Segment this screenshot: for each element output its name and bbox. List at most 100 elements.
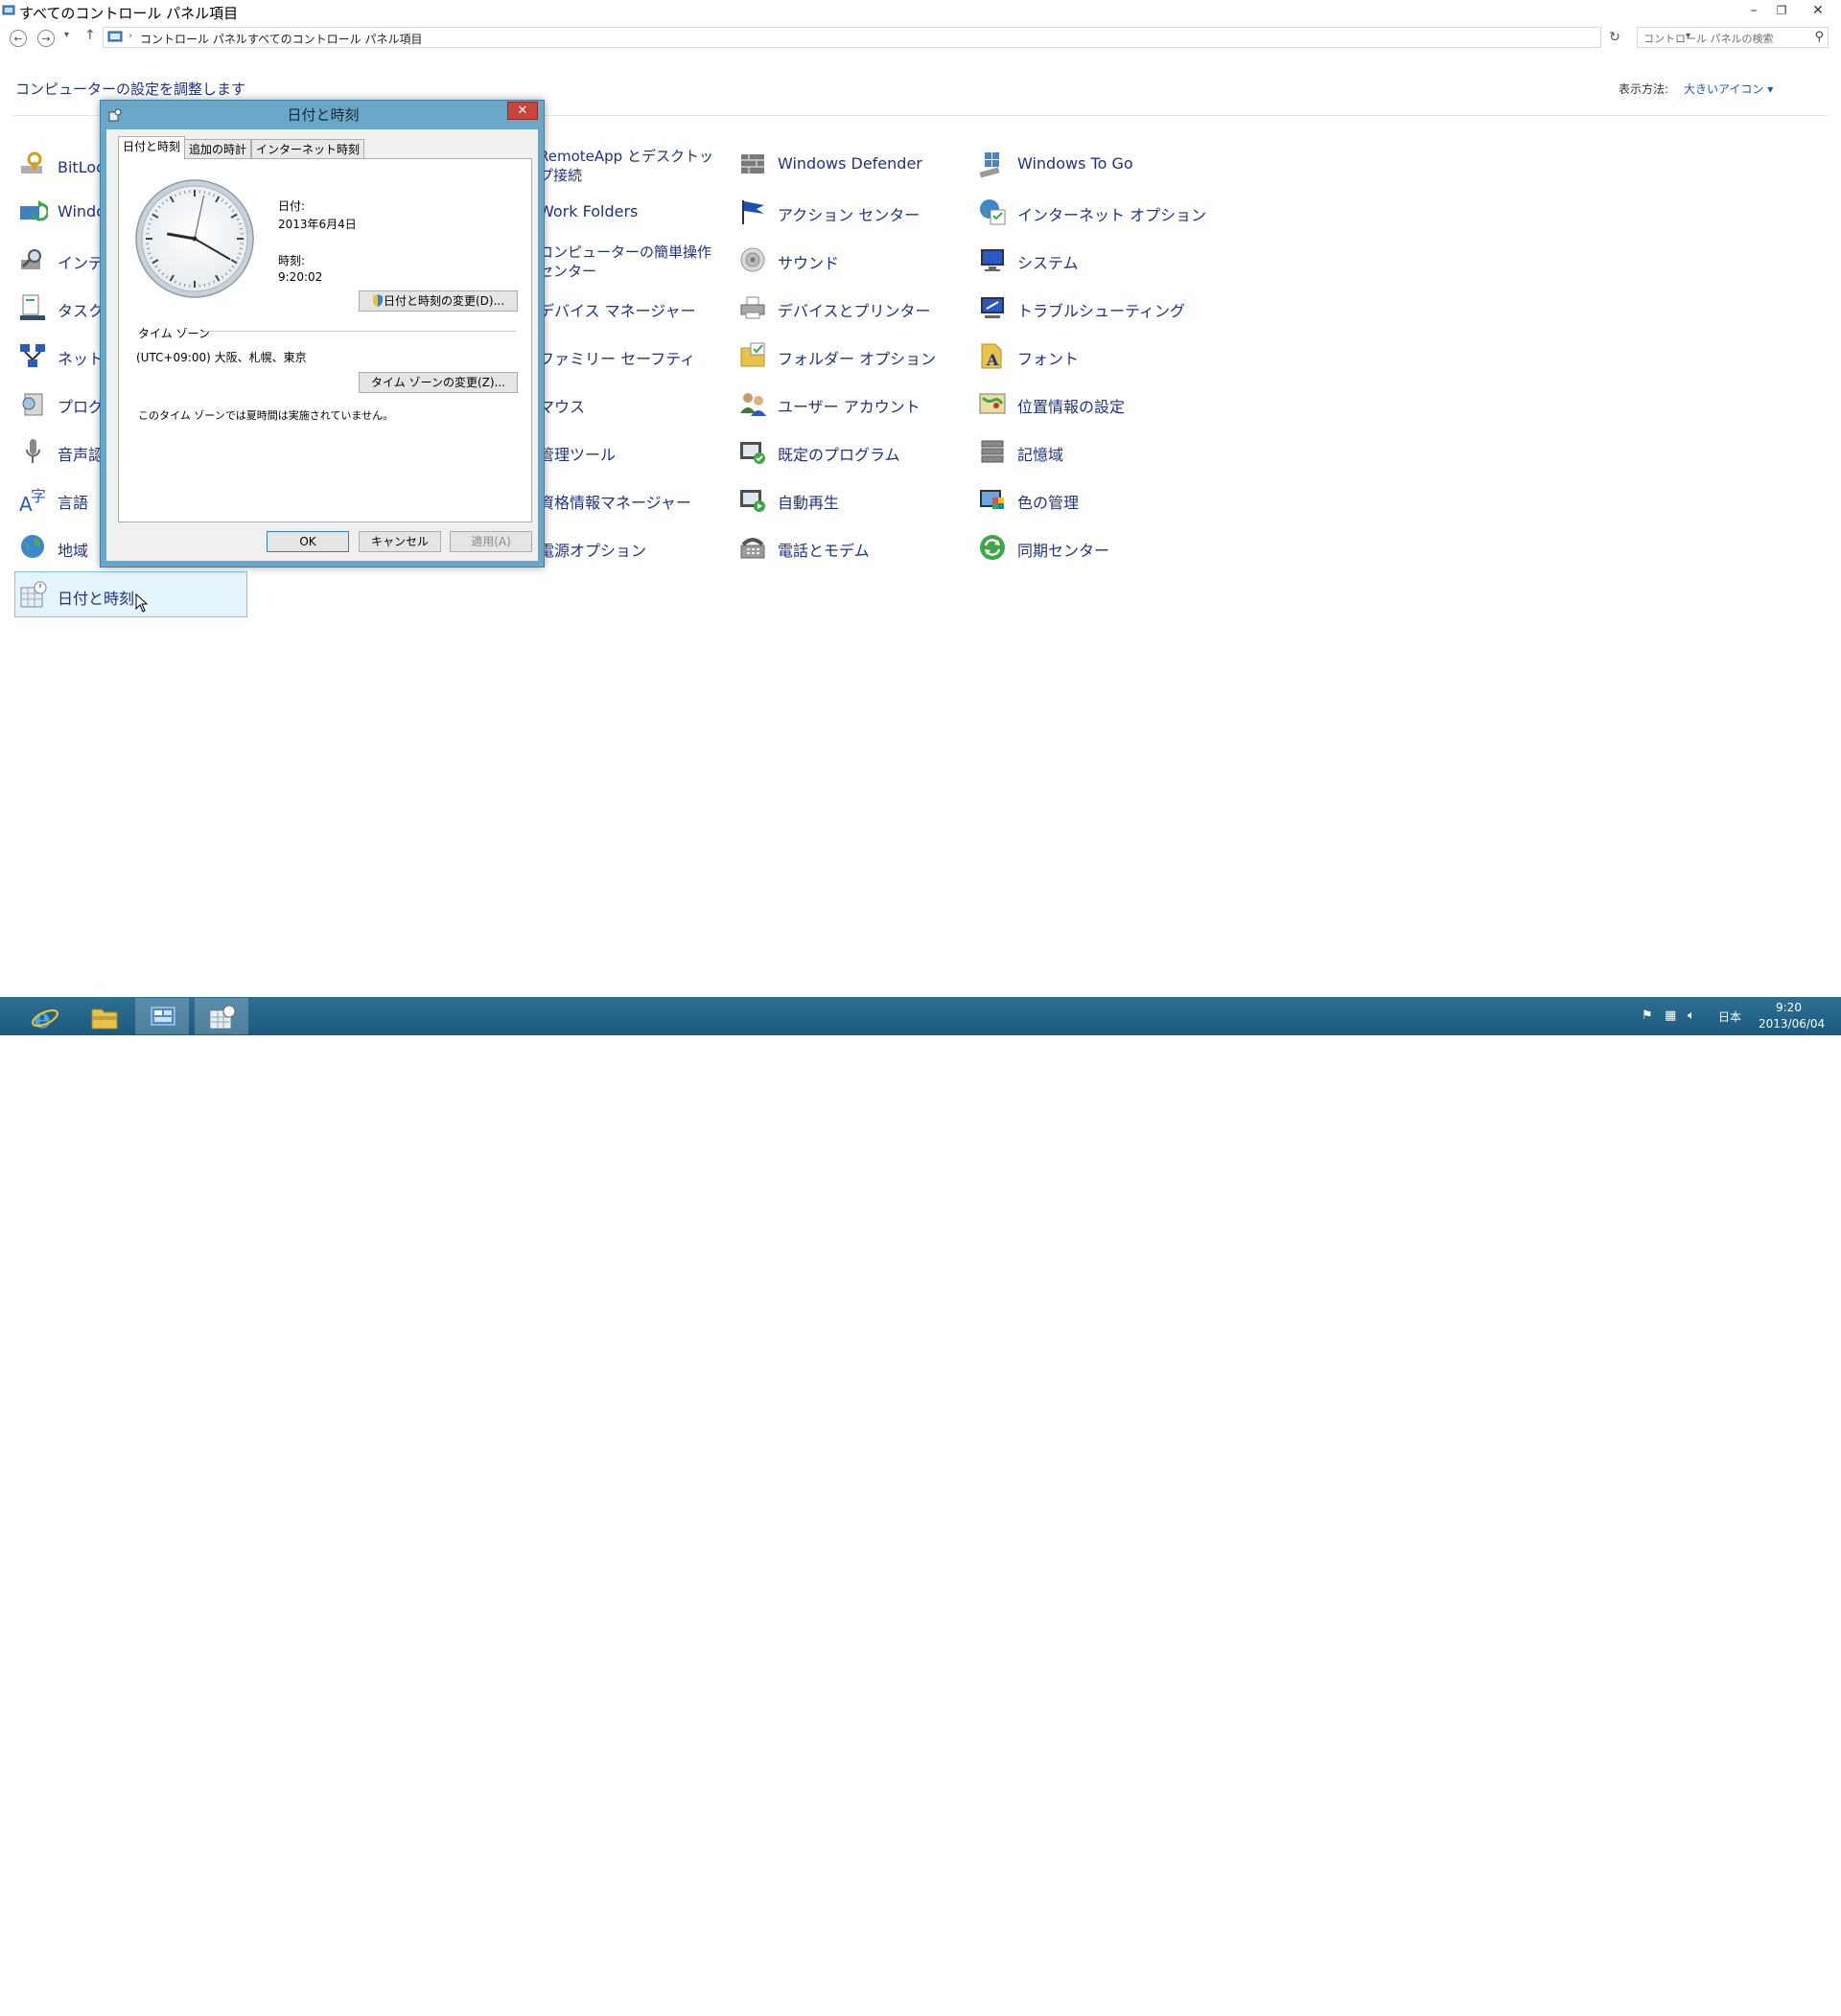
network-tray-icon[interactable]: ▦ [1665,1008,1676,1023]
cp-item-windows-defender[interactable]: Windows Defender [735,145,956,183]
up-button[interactable]: ↑ [84,28,96,43]
user-accounts-icon [737,388,768,419]
watermark: The Collection Book [1601,1996,1773,2016]
taskbar-file-explorer[interactable] [77,998,130,1034]
cp-item-label: サウンド [778,250,839,273]
view-by-dropdown[interactable]: 大きいアイコン ▾ [1684,81,1773,97]
cp-item-windows-to-go[interactable]: Windows To Go [975,145,1196,183]
cp-item-user-accounts[interactable]: ユーザー アカウント [735,384,956,423]
dialog-title: 日付と時刻 [101,104,546,125]
recent-locations-dropdown[interactable]: ▾ [64,30,69,40]
network-icon [17,340,48,371]
close-button[interactable]: ✕ [1806,2,1830,19]
cp-item-system[interactable]: システム [975,241,1196,279]
microphone-icon [17,436,48,467]
minimize-button[interactable]: – [1741,2,1766,19]
control-panel-icon [149,1004,177,1031]
cancel-button[interactable]: キャンセル [359,531,441,552]
cp-item-folder-options[interactable]: フォルダー オプション [735,336,956,375]
action-center-flag-icon[interactable]: ⚑ [1642,1008,1653,1023]
cp-item-label: Windows To Go [1017,154,1133,173]
dialog-close-button[interactable]: ✕ [507,102,538,120]
control-panel-icon [107,31,123,44]
tab-additional-clocks[interactable]: 追加の時計 [184,139,251,158]
datetime-icon [17,580,48,611]
control-panel-icon [2,4,15,17]
breadcrumb-all-items[interactable]: すべてのコントロール パネル項目 [247,31,423,47]
search-input[interactable] [1642,29,1805,48]
tab-internet-time[interactable]: インターネット時刻 [251,139,364,158]
action-center-icon [737,197,768,227]
tab-panel: 日付: 2013年6月4日 時刻: 9:20:02 日付と時刻の変更(D)...… [118,158,532,522]
window-titlebar: すべてのコントロール パネル項目 – ❐ ✕ [0,0,1841,24]
tray-time[interactable]: 9:20 [1776,1001,1802,1014]
windows-to-go-icon [977,149,1008,179]
cp-item-label: ファミリー セーフティ [539,346,695,369]
dst-note: このタイム ゾーンでは夏時間は実施されていません。 [138,407,393,423]
ime-indicator[interactable]: 日本 [1718,1008,1741,1025]
globe-icon [17,532,48,563]
font-icon: A [977,340,1008,371]
cp-item-color-management[interactable]: 色の管理 [975,480,1196,519]
timezone-heading: タイム ゾーン [138,325,210,341]
tab-date-time[interactable]: 日付と時刻 [118,136,185,159]
mouse-cursor-icon [135,593,149,613]
cp-item-label: 言語 [58,490,88,513]
divider [203,331,516,332]
analog-clock [134,178,255,299]
cp-item-sync-center[interactable]: 同期センター [975,528,1196,567]
tray-date[interactable]: 2013/06/04 [1759,1017,1825,1031]
date-label: 日付: [278,197,305,214]
change-timezone-button[interactable]: タイム ゾーンの変更(Z)... [359,372,518,393]
cp-item-internet-options[interactable]: インターネット オプション [975,193,1196,231]
cp-item-label: マウス [539,394,585,417]
chevron-right-icon: › [236,31,240,41]
change-date-time-button[interactable]: 日付と時刻の変更(D)... [359,290,518,312]
cp-item-label: 色の管理 [1017,490,1079,513]
breadcrumb-control-panel[interactable]: コントロール パネル [140,31,247,47]
taskbar-internet-explorer[interactable]: e [17,998,71,1034]
search-icon[interactable]: ⚲ [1814,30,1824,44]
cp-item-label: 自動再生 [778,490,839,513]
cp-item-label: 電源オプション [539,538,646,561]
search-box[interactable]: ⚲ [1637,27,1829,48]
cp-item-location-settings[interactable]: 位置情報の設定 [975,384,1196,423]
address-field[interactable]: › コントロール パネル › すべてのコントロール パネル項目 ▾ [103,27,1601,48]
cp-item-label: 地域 [58,538,88,561]
datetime-icon [208,1004,237,1031]
cp-item-fonts[interactable]: A フォント [975,336,1196,375]
cp-item-label: デバイス マネージャー [539,298,696,321]
internet-explorer-icon: e [31,1004,59,1031]
default-programs-icon [737,436,768,467]
cp-item-label: インターネット オプション [1017,202,1206,225]
cp-item-action-center[interactable]: アクション センター [735,193,956,231]
taskbar-date-time[interactable] [195,998,248,1034]
time-value: 9:20:02 [278,270,322,284]
volume-icon[interactable]: 🔈︎ [1688,1008,1695,1023]
restore-button[interactable]: ❐ [1769,2,1794,19]
clock-minute-tick [240,228,243,229]
cp-item-sound[interactable]: サウンド [735,241,956,279]
cp-item-label: 管理ツール [539,442,616,465]
cp-item-label: ユーザー アカウント [778,394,920,417]
cp-item-phone-modem[interactable]: 電話とモデム [735,528,956,567]
cp-item-default-programs[interactable]: 既定のプログラム [735,432,956,471]
taskbar-control-panel[interactable] [135,998,189,1034]
defender-icon [737,149,768,179]
taskbar-icon [17,292,48,323]
cp-item-devices-printers[interactable]: デバイスとプリンター [735,289,956,327]
address-bar: ← → ▾ ↑ › コントロール パネル › すべてのコントロール パネル項目 … [0,23,1841,54]
cp-item-troubleshooting[interactable]: トラブルシューティング [975,289,1196,327]
back-button[interactable]: ← [10,30,27,47]
cp-item-date-time[interactable]: 日付と時刻 [14,571,247,617]
ok-button[interactable]: OK [267,531,349,552]
refresh-button[interactable]: ↻ [1604,27,1625,48]
cp-item-label: 既定のプログラム [778,442,900,465]
cp-item-label: トラブルシューティング [1017,298,1185,321]
cp-item-storage[interactable]: 記憶域 [975,432,1196,471]
forward-button[interactable]: → [37,30,55,47]
cp-item-label: 同期センター [1017,538,1109,561]
clock-minute-tick [184,191,185,194]
cp-item-label: フォント [1017,346,1079,369]
cp-item-autoplay[interactable]: 自動再生 [735,480,956,519]
